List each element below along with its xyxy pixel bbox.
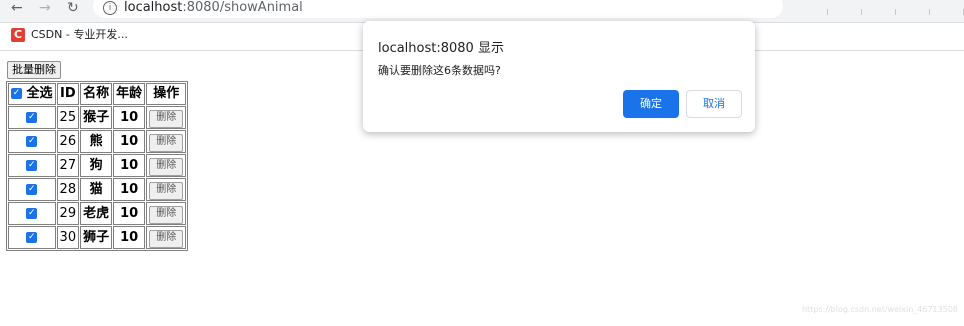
info-icon[interactable]: i (103, 1, 117, 15)
header-action: 操作 (146, 83, 187, 105)
cell-action: 删除 (146, 178, 187, 201)
checkbox-icon[interactable]: ✓ (26, 135, 38, 147)
cell-id: 26 (56, 130, 80, 153)
delete-button[interactable]: 删除 (149, 230, 184, 248)
cell-id: 30 (56, 226, 80, 249)
animal-table: ✓ 全选 ID 名称 年龄 操作 ✓ 25 猴子 10 删除 ✓ 26 熊 10… (6, 81, 189, 251)
confirm-dialog: localhost:8080 显示 确认要删除这6条数据吗? 确定 取消 (363, 21, 755, 132)
url-host: localhost (124, 0, 183, 15)
cell-age: 10 (113, 106, 146, 129)
delete-button[interactable]: 删除 (149, 158, 184, 176)
cell-id: 27 (56, 154, 80, 177)
delete-button[interactable]: 删除 (149, 182, 184, 200)
cell-age: 10 (113, 154, 146, 177)
row-checkbox[interactable]: ✓ (8, 178, 56, 201)
cell-action: 删除 (146, 154, 187, 177)
header-name: 名称 (80, 83, 113, 105)
table-row: ✓ 28 猫 10 删除 (8, 178, 187, 201)
delete-button[interactable]: 删除 (149, 110, 184, 128)
window-controls (794, 0, 964, 15)
delete-button[interactable]: 删除 (149, 134, 184, 152)
cell-action: 删除 (146, 202, 187, 225)
table-row: ✓ 25 猴子 10 删除 (8, 106, 187, 129)
table-header-row: ✓ 全选 ID 名称 年龄 操作 (8, 83, 187, 105)
back-icon[interactable]: ← (11, 0, 23, 16)
dialog-message: 确认要删除这6条数据吗? (378, 64, 501, 77)
cell-name: 老虎 (80, 202, 113, 225)
cell-name: 狗 (80, 154, 113, 177)
checkbox-icon[interactable]: ✓ (26, 183, 38, 195)
row-checkbox[interactable]: ✓ (8, 226, 56, 249)
cell-age: 10 (113, 202, 146, 225)
cell-age: 10 (113, 130, 146, 153)
checkbox-icon[interactable]: ✓ (11, 88, 22, 99)
checkbox-icon[interactable]: ✓ (26, 159, 38, 171)
cell-age: 10 (113, 178, 146, 201)
cell-name: 狮子 (80, 226, 113, 249)
checkbox-icon[interactable]: ✓ (26, 231, 38, 243)
bookmark-csdn[interactable]: CSDN - 专业开发... (31, 28, 128, 42)
table-row: ✓ 26 熊 10 删除 (8, 130, 187, 153)
url-path: :8080/showAnimal (182, 0, 303, 15)
cell-age: 10 (113, 226, 146, 249)
header-select-all[interactable]: ✓ 全选 (8, 83, 56, 105)
table-row: ✓ 27 狗 10 删除 (8, 154, 187, 177)
cell-action: 删除 (146, 226, 187, 249)
row-checkbox[interactable]: ✓ (8, 106, 56, 129)
table-row: ✓ 30 狮子 10 删除 (8, 226, 187, 249)
cell-name: 熊 (80, 130, 113, 153)
confirm-button[interactable]: 确定 (623, 90, 679, 118)
url-text[interactable]: localhost:8080/showAnimal (124, 0, 303, 16)
cell-name: 猫 (80, 178, 113, 201)
cell-id: 28 (56, 178, 80, 201)
checkbox-icon[interactable]: ✓ (26, 111, 38, 123)
cell-id: 25 (56, 106, 80, 129)
row-checkbox[interactable]: ✓ (8, 130, 56, 153)
dialog-title: localhost:8080 显示 (378, 41, 504, 56)
delete-button[interactable]: 删除 (149, 206, 184, 224)
header-age: 年龄 (113, 83, 146, 105)
header-id: ID (56, 83, 80, 105)
row-checkbox[interactable]: ✓ (8, 154, 56, 177)
cell-action: 删除 (146, 130, 187, 153)
reload-icon[interactable]: ↻ (67, 0, 79, 16)
table-row: ✓ 29 老虎 10 删除 (8, 202, 187, 225)
row-checkbox[interactable]: ✓ (8, 202, 56, 225)
forward-icon[interactable]: → (39, 0, 51, 16)
batch-delete-button[interactable]: 批量删除 (7, 61, 61, 79)
cell-name: 猴子 (80, 106, 113, 129)
checkbox-icon[interactable]: ✓ (26, 207, 38, 219)
browser-toolbar: ← → ↻ i localhost:8080/showAnimal (0, 0, 964, 23)
cell-action: 删除 (146, 106, 187, 129)
cancel-button[interactable]: 取消 (686, 90, 742, 118)
cell-id: 29 (56, 202, 80, 225)
csdn-logo-icon: C (11, 28, 25, 42)
watermark: https://blog.csdn.net/weixin_46713508 (801, 305, 958, 314)
